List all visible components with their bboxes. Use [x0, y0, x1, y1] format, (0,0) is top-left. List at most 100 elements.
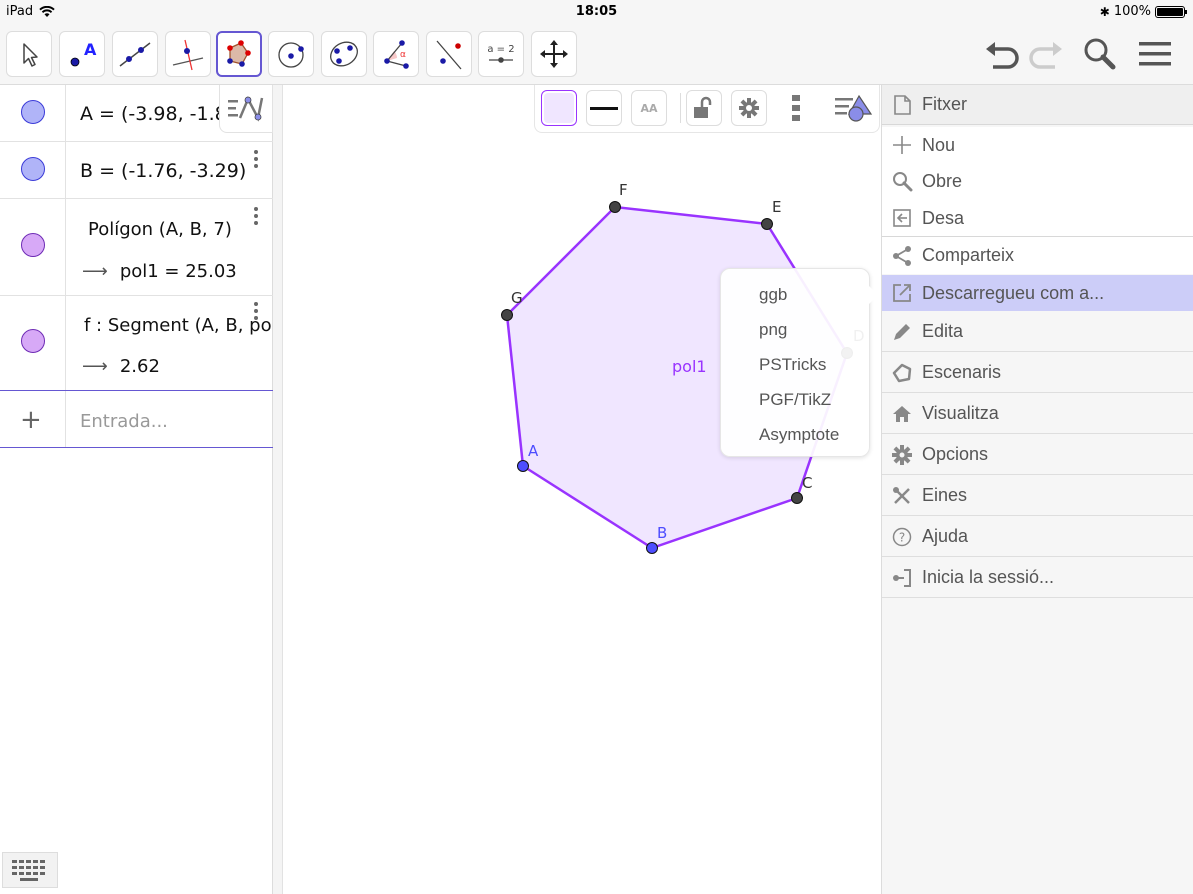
more-options-icon[interactable] [252, 207, 260, 225]
main-toolbar: A α a = 2 [0, 24, 1193, 85]
polygon-tool-button[interactable] [216, 31, 262, 77]
circle-tool-button[interactable] [268, 31, 314, 77]
cursor-arrow-icon [23, 43, 38, 67]
line-style-button[interactable] [586, 90, 622, 126]
visibility-toggle[interactable] [21, 100, 45, 124]
line-style-icon [590, 106, 618, 110]
menu-header-file[interactable]: Fitxer [882, 85, 1193, 125]
more-options-button[interactable] [792, 95, 800, 121]
algebra-definition[interactable]: f : Segment (A, B, pol1) [84, 315, 273, 336]
perpendicular-line-icon [172, 39, 204, 71]
plus-icon [893, 136, 911, 154]
redo-button[interactable] [1026, 34, 1066, 74]
algebra-view-splitter[interactable] [273, 85, 283, 894]
hamburger-menu-icon [1139, 42, 1171, 66]
help-icon: ? [892, 527, 912, 546]
undo-button[interactable] [982, 34, 1022, 74]
geogebra-app: iPad 18:05 ✱ 100% A α a = 2 A = (-3.98, … [0, 0, 1193, 894]
export-asymptote[interactable]: Asymptote [759, 425, 839, 445]
file-icon [894, 94, 911, 115]
export-pgf-tikz[interactable]: PGF/TikZ [759, 390, 831, 410]
graphics-style-toggle-button[interactable] [833, 92, 873, 128]
line-through-points-icon [119, 42, 151, 67]
graphics-view[interactable] [283, 85, 881, 894]
export-ggb[interactable]: ggb [759, 285, 787, 305]
menu-item-perspectives[interactable]: Escenaris [882, 353, 1193, 393]
object-settings-button[interactable] [731, 90, 767, 126]
ios-status-bar: iPad 18:05 ✱ 100% [0, 0, 1193, 24]
unlocked-icon [694, 96, 712, 118]
menu-item-save[interactable]: Desa [882, 199, 1193, 237]
svg-text:a = 2: a = 2 [487, 44, 514, 55]
menu-item-edit[interactable]: Edita [882, 312, 1193, 352]
gear-icon [892, 444, 912, 465]
svg-text:α: α [400, 50, 406, 60]
menu-item-sign-in[interactable]: Inicia la sessió... [882, 558, 1193, 598]
gear-icon [739, 98, 759, 118]
text-size-button[interactable]: AA [631, 90, 667, 126]
export-png[interactable]: png [759, 320, 787, 340]
menu-item-options[interactable]: Opcions [882, 435, 1193, 475]
visibility-toggle[interactable] [21, 329, 45, 353]
output-arrow-icon: ⟶ [82, 261, 108, 282]
menu-item-tools[interactable]: Eines [882, 476, 1193, 516]
sign-in-icon [893, 568, 911, 587]
slider-tool-button[interactable]: a = 2 [478, 31, 524, 77]
move-arrows-icon [540, 40, 568, 68]
line-tool-button[interactable] [112, 31, 158, 77]
reflect-tool-button[interactable] [426, 31, 472, 77]
algebra-style-bar-button[interactable] [219, 85, 273, 133]
graphics-style-bar: AA [534, 85, 880, 133]
export-pstricks[interactable]: PSTricks [759, 355, 826, 375]
menu-item-view[interactable]: Visualitza [882, 394, 1193, 434]
algebra-output: ⟶ 2.62 [82, 356, 160, 377]
algebra-input-field[interactable]: Entrada... [80, 411, 168, 432]
battery-percent: 100% [1113, 4, 1151, 19]
svg-text:?: ? [899, 530, 905, 544]
menu-item-export[interactable]: Descarregueu com a... [882, 275, 1193, 311]
perspectives-icon [892, 363, 912, 382]
algebra-row-polygon[interactable]: Polígon (A, B, 7) ⟶ pol1 = 25.03 [0, 199, 273, 296]
menu-item-share[interactable]: Comparteix [882, 237, 1193, 274]
battery-icon [1155, 5, 1187, 18]
algebra-definition[interactable]: A = (-3.98, -1.8 [80, 103, 220, 125]
undo-icon [986, 42, 1019, 69]
menu-item-new[interactable]: Nou [882, 127, 1193, 163]
share-icon [893, 245, 911, 266]
output-arrow-icon: ⟶ [82, 356, 108, 377]
move-graphics-tool-button[interactable] [531, 31, 577, 77]
algebra-row-segment[interactable]: f : Segment (A, B, pol1) ⟶2.62 [0, 296, 273, 391]
algebra-row-point-b[interactable]: B = (-1.76, -3.29) [0, 142, 273, 199]
save-icon [893, 209, 911, 227]
move-tool-button[interactable] [6, 31, 52, 77]
visibility-toggle[interactable] [21, 233, 45, 257]
search-button[interactable] [1080, 34, 1120, 74]
export-format-popup: ggb png PSTricks PGF/TikZ Asymptote [720, 268, 878, 457]
point-tool-button[interactable]: A [59, 31, 105, 77]
algebra-definition[interactable]: B = (-1.76, -3.29) [80, 160, 246, 182]
add-icon[interactable]: + [20, 405, 42, 435]
angle-tool-button[interactable]: α [373, 31, 419, 77]
algebra-description-icon [228, 95, 264, 122]
ellipse-tool-button[interactable] [321, 31, 367, 77]
keyboard-toggle-button[interactable] [2, 852, 58, 888]
menu-item-open[interactable]: Obre [882, 163, 1193, 199]
algebra-definition[interactable]: Polígon (A, B, 7) [88, 219, 232, 240]
more-options-icon[interactable] [252, 302, 260, 320]
circle-center-point-icon [278, 42, 304, 68]
search-icon [1084, 38, 1116, 70]
bluetooth-icon: ✱ [1099, 4, 1110, 19]
fix-object-button[interactable] [686, 90, 722, 126]
main-menu-button[interactable] [1135, 34, 1175, 74]
clock: 18:05 [575, 4, 618, 19]
fill-color-button[interactable] [541, 90, 577, 126]
algebra-input-row[interactable]: + Entrada... [0, 391, 273, 448]
slider-icon: a = 2 [487, 44, 515, 63]
visibility-toggle[interactable] [21, 157, 45, 181]
menu-item-help[interactable]: ? Ajuda [882, 517, 1193, 557]
more-options-icon[interactable] [252, 150, 260, 168]
keyboard-icon [12, 860, 45, 881]
search-icon [893, 172, 913, 192]
point-icon: A [70, 40, 97, 67]
perpendicular-line-tool-button[interactable] [165, 31, 211, 77]
